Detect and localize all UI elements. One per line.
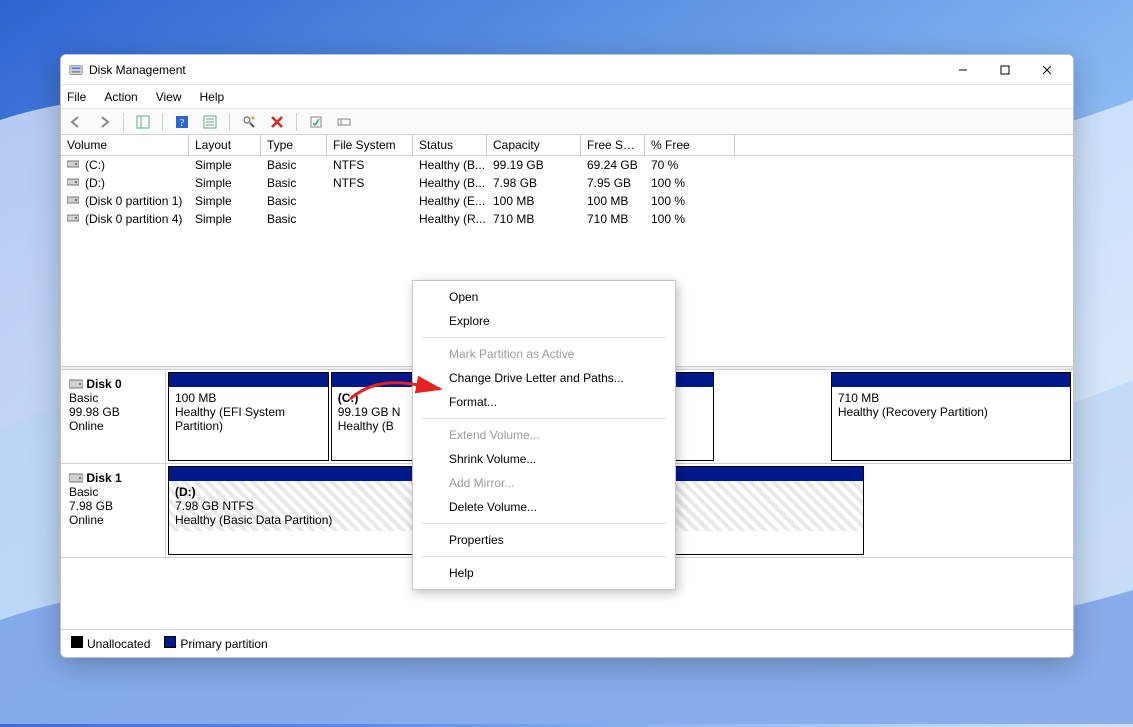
maximize-button[interactable] bbox=[987, 56, 1023, 84]
context-menu-separator bbox=[421, 523, 667, 524]
volume-cell-type: Basic bbox=[261, 193, 327, 209]
column-header-status[interactable]: Status bbox=[413, 135, 487, 155]
properties-button[interactable] bbox=[305, 112, 327, 132]
volume-cell-pctfree: 100 % bbox=[645, 193, 735, 209]
context-menu-separator bbox=[421, 556, 667, 557]
volume-cell-name: (Disk 0 partition 4) bbox=[61, 211, 189, 227]
close-button[interactable] bbox=[1029, 56, 1065, 84]
menu-action[interactable]: Action bbox=[104, 90, 137, 104]
column-header-freespace[interactable]: Free Spa... bbox=[581, 135, 645, 155]
forward-button[interactable] bbox=[93, 112, 115, 132]
volume-cell-type: Basic bbox=[261, 175, 327, 191]
volume-cell-capacity: 7.98 GB bbox=[487, 175, 581, 191]
help-button[interactable]: ? bbox=[171, 112, 193, 132]
context-menu-item[interactable]: Properties bbox=[413, 528, 675, 552]
disk-info[interactable]: Disk 1Basic7.98 GBOnline bbox=[61, 464, 166, 557]
settings-button[interactable] bbox=[238, 112, 260, 132]
volume-columns-header: VolumeLayoutTypeFile SystemStatusCapacit… bbox=[61, 135, 1073, 156]
volume-cell-capacity: 710 MB bbox=[487, 211, 581, 227]
legend: Unallocated Primary partition bbox=[61, 629, 1073, 657]
volume-cell-fs: NTFS bbox=[327, 175, 413, 191]
column-header-type[interactable]: Type bbox=[261, 135, 327, 155]
partition[interactable]: 100 MBHealthy (EFI System Partition) bbox=[168, 372, 329, 461]
disk-info[interactable]: Disk 0Basic99.98 GBOnline bbox=[61, 370, 166, 463]
context-menu-item: Mark Partition as Active bbox=[413, 342, 675, 366]
volume-cell-freespace: 710 MB bbox=[581, 211, 645, 227]
window-title: Disk Management bbox=[89, 63, 186, 77]
context-menu-item[interactable]: Explore bbox=[413, 309, 675, 333]
volume-cell-freespace: 69.24 GB bbox=[581, 157, 645, 173]
drive-icon bbox=[67, 195, 81, 205]
column-header-layout[interactable]: Layout bbox=[189, 135, 261, 155]
volume-cell-name: (C:) bbox=[61, 157, 189, 173]
column-header-volume[interactable]: Volume bbox=[61, 135, 189, 155]
delete-button[interactable] bbox=[266, 112, 288, 132]
context-menu: OpenExplore Mark Partition as ActiveChang… bbox=[412, 280, 676, 590]
volume-cell-layout: Simple bbox=[189, 211, 261, 227]
drive-icon bbox=[67, 213, 81, 223]
volume-cell-fs: NTFS bbox=[327, 157, 413, 173]
svg-text:?: ? bbox=[180, 118, 185, 129]
back-button[interactable] bbox=[65, 112, 87, 132]
volume-cell-name: (D:) bbox=[61, 175, 189, 191]
show-hide-console-tree-button[interactable] bbox=[132, 112, 154, 132]
menu-file[interactable]: File bbox=[67, 90, 86, 104]
menu-view[interactable]: View bbox=[156, 90, 182, 104]
volume-cell-status: Healthy (E... bbox=[413, 193, 487, 209]
drive-icon bbox=[67, 177, 81, 187]
context-menu-item[interactable]: Open bbox=[413, 285, 675, 309]
context-menu-item[interactable]: Delete Volume... bbox=[413, 495, 675, 519]
column-header-capacity[interactable]: Capacity bbox=[487, 135, 581, 155]
column-header-fs[interactable]: File System bbox=[327, 135, 413, 155]
volume-cell-fs bbox=[327, 193, 413, 209]
menubar: File Action View Help bbox=[61, 85, 1073, 109]
disk-management-icon bbox=[69, 63, 83, 77]
context-menu-item[interactable]: Format... bbox=[413, 390, 675, 414]
volume-cell-fs bbox=[327, 211, 413, 227]
volume-cell-capacity: 99.19 GB bbox=[487, 157, 581, 173]
volume-cell-status: Healthy (B... bbox=[413, 157, 487, 173]
context-menu-item: Add Mirror... bbox=[413, 471, 675, 495]
drive-icon bbox=[67, 159, 81, 169]
minimize-button[interactable] bbox=[945, 56, 981, 84]
volume-cell-capacity: 100 MB bbox=[487, 193, 581, 209]
volume-row[interactable]: (Disk 0 partition 1)SimpleBasic Healthy (… bbox=[61, 192, 1073, 210]
context-menu-item: Extend Volume... bbox=[413, 423, 675, 447]
volume-row[interactable]: (C:)SimpleBasicNTFSHealthy (B...99.19 GB… bbox=[61, 156, 1073, 174]
action-list-button[interactable] bbox=[199, 112, 221, 132]
titlebar: Disk Management bbox=[61, 55, 1073, 85]
volume-row[interactable]: (Disk 0 partition 4)SimpleBasic Healthy (… bbox=[61, 210, 1073, 228]
volume-cell-status: Healthy (B... bbox=[413, 175, 487, 191]
volume-cell-status: Healthy (R... bbox=[413, 211, 487, 227]
volume-cell-freespace: 100 MB bbox=[581, 193, 645, 209]
context-menu-item[interactable]: Shrink Volume... bbox=[413, 447, 675, 471]
context-menu-separator bbox=[421, 418, 667, 419]
context-menu-item[interactable]: Help bbox=[413, 561, 675, 585]
volume-cell-layout: Simple bbox=[189, 175, 261, 191]
list-view-button[interactable] bbox=[333, 112, 355, 132]
partition[interactable]: 710 MBHealthy (Recovery Partition) bbox=[831, 372, 1071, 461]
volume-row[interactable]: (D:)SimpleBasicNTFSHealthy (B...7.98 GB7… bbox=[61, 174, 1073, 192]
column-header-pctfree[interactable]: % Free bbox=[645, 135, 735, 155]
toolbar: ? bbox=[61, 109, 1073, 135]
legend-primary: Primary partition bbox=[164, 636, 267, 651]
context-menu-separator bbox=[421, 337, 667, 338]
volume-cell-type: Basic bbox=[261, 211, 327, 227]
volume-cell-pctfree: 100 % bbox=[645, 211, 735, 227]
volume-cell-name: (Disk 0 partition 1) bbox=[61, 193, 189, 209]
volume-cell-layout: Simple bbox=[189, 193, 261, 209]
volume-cell-type: Basic bbox=[261, 157, 327, 173]
volume-cell-pctfree: 100 % bbox=[645, 175, 735, 191]
volume-cell-pctfree: 70 % bbox=[645, 157, 735, 173]
volume-cell-layout: Simple bbox=[189, 157, 261, 173]
legend-unallocated: Unallocated bbox=[71, 636, 150, 651]
context-menu-item[interactable]: Change Drive Letter and Paths... bbox=[413, 366, 675, 390]
menu-help[interactable]: Help bbox=[200, 90, 225, 104]
volume-cell-freespace: 7.95 GB bbox=[581, 175, 645, 191]
